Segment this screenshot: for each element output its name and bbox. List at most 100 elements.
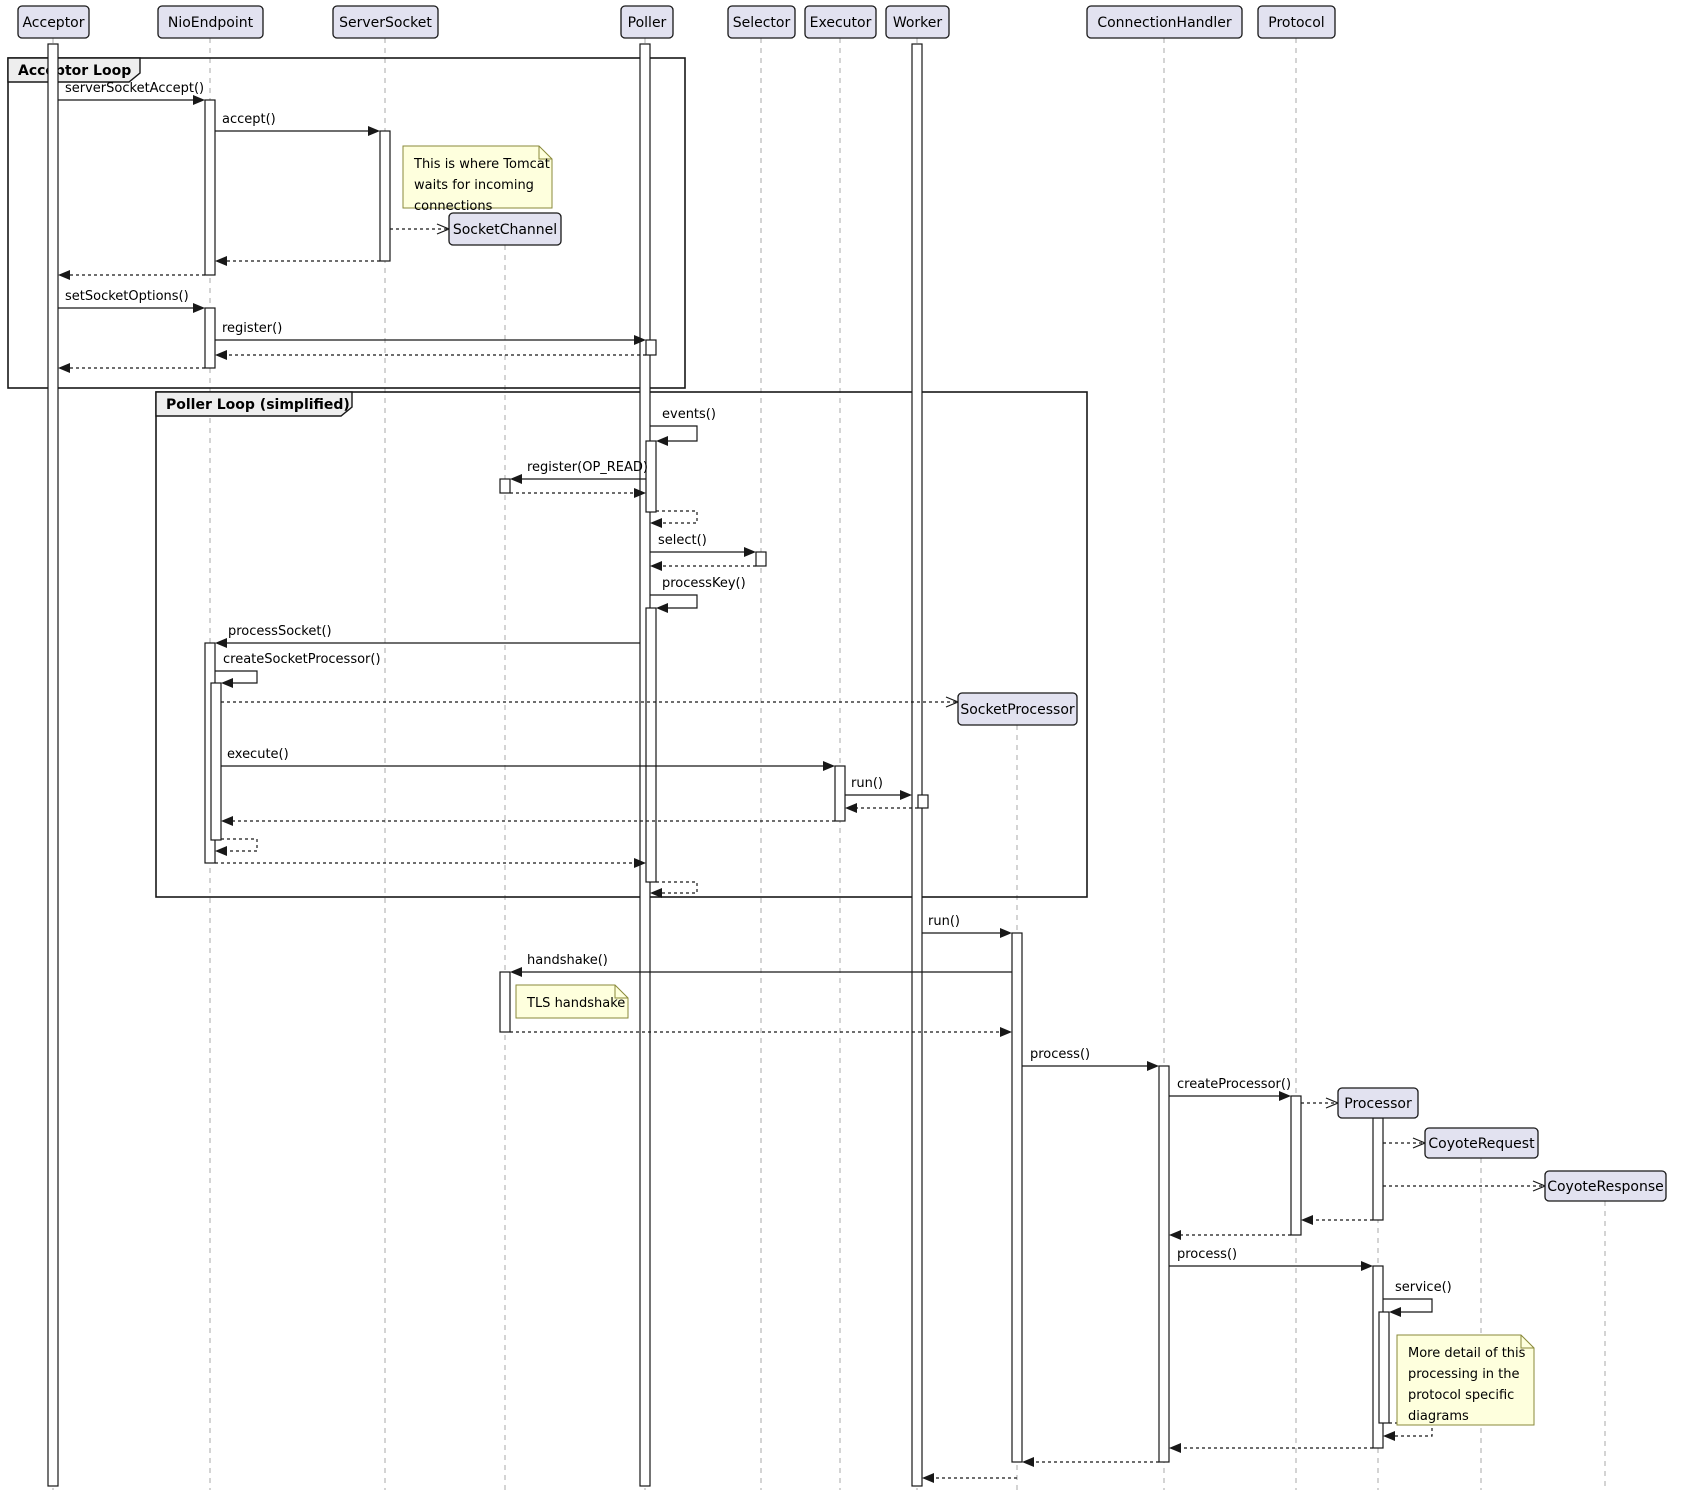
creation-arrow — [390, 224, 449, 234]
arrowhead-icon — [58, 363, 70, 373]
activation-bar — [835, 766, 845, 821]
arrowhead-icon — [656, 436, 668, 446]
activation-bar — [646, 608, 656, 882]
arrowhead-icon — [900, 790, 912, 800]
arrowhead-icon — [1279, 1091, 1291, 1101]
message-accept: accept() — [215, 112, 380, 136]
note-text-line: More detail of this — [1408, 1346, 1526, 1361]
message-label: run() — [928, 914, 960, 929]
participant-name: Processor — [1344, 1096, 1412, 1112]
frame-label: Acceptor Loop — [18, 63, 131, 79]
message-label: createSocketProcessor() — [223, 652, 381, 667]
return-arrow — [1169, 1443, 1373, 1453]
creation-arrow — [221, 697, 958, 707]
message-label: serverSocketAccept() — [65, 81, 204, 96]
self-message-line — [215, 671, 257, 683]
message-label: process() — [1030, 1047, 1090, 1062]
activation-bar — [48, 44, 58, 1486]
participant-protocol: Protocol — [1258, 6, 1335, 38]
arrowhead-icon — [58, 270, 70, 280]
arrowhead-icon — [1301, 1215, 1313, 1225]
activation-bar — [912, 44, 922, 1486]
participant-name: NioEndpoint — [168, 15, 254, 31]
arrowhead-icon — [1169, 1443, 1181, 1453]
activation-bar — [918, 795, 928, 808]
participant-name: SocketChannel — [453, 222, 557, 238]
message-label: service() — [1395, 1280, 1452, 1295]
participant-name: Selector — [733, 15, 791, 31]
creation-arrow — [1383, 1138, 1425, 1148]
message-label: createProcessor() — [1177, 1077, 1291, 1092]
arrowhead-icon — [650, 561, 662, 571]
return-arrow — [215, 858, 646, 868]
message-label: select() — [658, 533, 707, 548]
arrowhead-icon — [215, 638, 227, 648]
note-text-line: diagrams — [1408, 1409, 1469, 1424]
participant-name: CoyoteResponse — [1547, 1179, 1664, 1195]
participant-name: CoyoteRequest — [1428, 1136, 1535, 1152]
arrowhead-icon — [510, 474, 522, 484]
return-arrow — [510, 488, 646, 498]
message-label: processKey() — [662, 576, 746, 591]
participant-acceptor: Acceptor — [18, 6, 89, 38]
message-label: events() — [662, 407, 716, 422]
self-return-arrow — [215, 839, 257, 856]
message-label: run() — [851, 776, 883, 791]
message-process: process() — [1169, 1247, 1373, 1271]
message-label: accept() — [222, 112, 276, 127]
participant-worker: Worker — [886, 6, 949, 38]
self-message-line — [1383, 1299, 1432, 1312]
participant-coyoterequest: CoyoteRequest — [1425, 1128, 1538, 1158]
arrowhead-icon — [193, 95, 205, 105]
arrowhead-icon — [656, 603, 668, 613]
message-label: setSocketOptions() — [65, 289, 189, 304]
activation-bar — [1291, 1096, 1301, 1235]
participant-nioendpoint: NioEndpoint — [158, 6, 263, 38]
participant-name: SocketProcessor — [960, 702, 1075, 718]
return-arrow — [1301, 1215, 1373, 1225]
diagram-canvas: Acceptor LoopPoller Loop (simplified)ser… — [0, 0, 1682, 1495]
arrowhead-icon — [922, 1473, 934, 1483]
note-text-line: connections — [414, 199, 493, 214]
return-arrow — [221, 816, 835, 826]
frame-acceptor-loop: Acceptor Loop — [8, 58, 685, 388]
participant-socketprocessor: SocketProcessor — [958, 693, 1077, 725]
message-processsocket: processSocket() — [215, 624, 640, 648]
arrowhead-icon — [215, 256, 227, 266]
arrowhead-icon — [1147, 1061, 1159, 1071]
activation-bar — [500, 972, 510, 1032]
self-return-arrow — [650, 882, 697, 898]
message-register-op-read: register(OP_READ) — [510, 460, 648, 484]
message-label: handshake() — [527, 953, 608, 968]
activation-bar — [1159, 1066, 1169, 1462]
activation-bar — [1379, 1312, 1389, 1423]
arrowhead-icon — [215, 846, 227, 856]
participant-poller: Poller — [621, 6, 673, 38]
message-label: process() — [1177, 1247, 1237, 1262]
messages-layer: serverSocketAccept() accept() setSocketOpt… — [58, 81, 1545, 1483]
arrowhead-icon — [221, 678, 233, 688]
participant-name: Executor — [810, 15, 872, 31]
arrowhead-icon — [1000, 1027, 1012, 1037]
participant-name: ServerSocket — [339, 15, 432, 31]
participant-serversocket: ServerSocket — [333, 6, 438, 38]
activation-bar — [646, 441, 656, 512]
notes-layer: This is where Tomcatwaits for incomingco… — [403, 146, 1534, 1425]
participant-socketchannel: SocketChannel — [449, 213, 561, 245]
activation-bar — [1012, 933, 1022, 1462]
note-text-line: waits for incoming — [414, 178, 534, 193]
message-run: run() — [845, 776, 912, 800]
participant-name: ConnectionHandler — [1097, 15, 1232, 31]
return-arrow — [215, 256, 380, 266]
note: TLS handshake — [516, 985, 628, 1018]
creation-arrow — [1383, 1181, 1545, 1191]
activations-layer — [48, 44, 1389, 1486]
message-select: select() — [650, 533, 756, 557]
frame-label: Poller Loop (simplified) — [166, 397, 350, 413]
participant-processor: Processor — [1338, 1088, 1418, 1118]
self-message-line — [650, 426, 697, 441]
participant-name: Acceptor — [22, 15, 84, 31]
activation-bar — [380, 131, 390, 261]
return-arrow — [215, 350, 646, 360]
activation-bar — [205, 308, 215, 368]
